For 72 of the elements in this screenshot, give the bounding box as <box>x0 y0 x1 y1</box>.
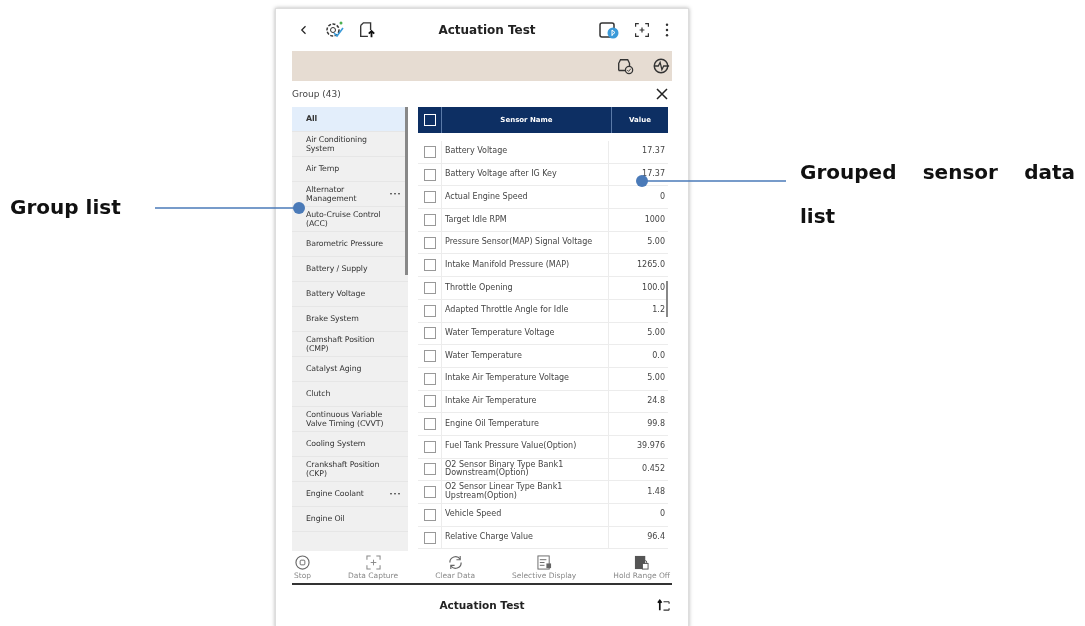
row-checkbox[interactable] <box>423 236 436 249</box>
lock-document-icon <box>634 554 650 570</box>
capture-icon[interactable] <box>634 22 650 38</box>
sensor-name-cell: Intake Air Temperature <box>441 390 608 413</box>
group-count-label: Group (43) <box>292 89 341 99</box>
value-cell: 5.00 <box>608 367 668 390</box>
capture-icon <box>365 554 381 570</box>
refresh-icon <box>447 554 463 570</box>
value-cell: 1265.0 <box>608 254 668 277</box>
row-checkbox[interactable] <box>423 531 436 544</box>
value-cell: 1.48 <box>608 481 668 503</box>
sensor-name-cell: Fuel Tank Pressure Value(Option) <box>441 435 608 458</box>
value-cell: 0.0 <box>608 345 668 367</box>
value-cell: 5.00 <box>608 322 668 345</box>
row-checkbox[interactable] <box>423 350 436 363</box>
screen-title: Actuation Test <box>437 23 537 37</box>
callout-label: Grouped sensor data list <box>800 159 1075 230</box>
select-all-checkbox[interactable] <box>423 114 436 126</box>
sensor-name-cell: Vehicle Speed <box>441 504 608 526</box>
footer-title: Actuation Test <box>438 599 526 611</box>
close-icon[interactable] <box>656 88 668 100</box>
scrollbar[interactable] <box>405 107 408 275</box>
sensor-name-cell: Actual Engine Speed <box>441 186 608 209</box>
sensor-name-cell: Battery Voltage <box>441 141 608 163</box>
list-display-icon <box>536 554 552 570</box>
row-checkbox[interactable] <box>423 281 436 294</box>
vehicle-check-icon[interactable] <box>616 57 634 75</box>
stop-icon <box>295 554 311 570</box>
row-checkbox[interactable] <box>423 440 436 453</box>
sensor-name-cell: Pressure Sensor(MAP) Signal Voltage <box>441 231 608 254</box>
value-cell: 17.37 <box>608 141 668 163</box>
sensor-name-cell: O2 Sensor Binary Type Bank1 Downstream(Option) <box>441 458 608 481</box>
row-checkbox[interactable] <box>423 145 436 158</box>
sensor-name-cell: Water Temperature <box>441 345 608 367</box>
collapse-icon[interactable] <box>657 598 670 612</box>
row-checkbox[interactable] <box>423 463 436 476</box>
value-cell: 1000 <box>608 209 668 231</box>
value-cell: 5.00 <box>608 231 668 254</box>
value-cell: 0.452 <box>608 458 668 481</box>
sensor-name-cell: Intake Air Temperature Voltage <box>441 367 608 390</box>
sensor-name-cell: Intake Manifold Pressure (MAP) <box>441 254 608 277</box>
sensor-name-cell: O2 Sensor Linear Type Bank1 Upstream(Option) <box>441 481 608 503</box>
bluetooth-device-icon[interactable] <box>598 20 620 40</box>
callout-label: Group list <box>10 195 121 219</box>
value-cell: 39.976 <box>608 435 668 458</box>
row-checkbox[interactable] <box>423 327 436 340</box>
row-checkbox[interactable] <box>423 168 436 181</box>
sensor-name-cell: Target Idle RPM <box>441 209 608 231</box>
value-cell: 24.8 <box>608 390 668 413</box>
row-checkbox[interactable] <box>423 259 436 272</box>
sensor-name-cell: Adapted Throttle Angle for Idle <box>441 299 608 322</box>
sensor-name-cell: Engine Oil Temperature <box>441 413 608 435</box>
row-checkbox[interactable] <box>423 304 436 317</box>
gear-check-icon[interactable] <box>324 20 344 40</box>
row-checkbox[interactable] <box>423 395 436 408</box>
row-checkbox[interactable] <box>423 191 436 204</box>
scrollbar[interactable] <box>666 281 668 317</box>
sensor-name-cell: Water Temperature Voltage <box>441 322 608 345</box>
row-checkbox[interactable] <box>423 418 436 431</box>
row-checkbox[interactable] <box>423 213 436 226</box>
sensor-name-cell: Throttle Opening <box>441 277 608 299</box>
gauge-icon[interactable] <box>652 57 670 75</box>
document-upload-icon[interactable] <box>358 21 376 39</box>
row-checkbox[interactable] <box>423 372 436 385</box>
value-cell: 96.4 <box>608 526 668 549</box>
sensor-name-cell: Relative Charge Value <box>441 526 608 549</box>
value-cell: 0 <box>608 504 668 526</box>
row-checkbox[interactable] <box>423 486 436 499</box>
value-cell: 99.8 <box>608 413 668 435</box>
more-options-icon[interactable] <box>664 23 670 37</box>
sensor-name-cell: Battery Voltage after IG Key <box>441 163 608 186</box>
row-checkbox[interactable] <box>423 508 436 521</box>
